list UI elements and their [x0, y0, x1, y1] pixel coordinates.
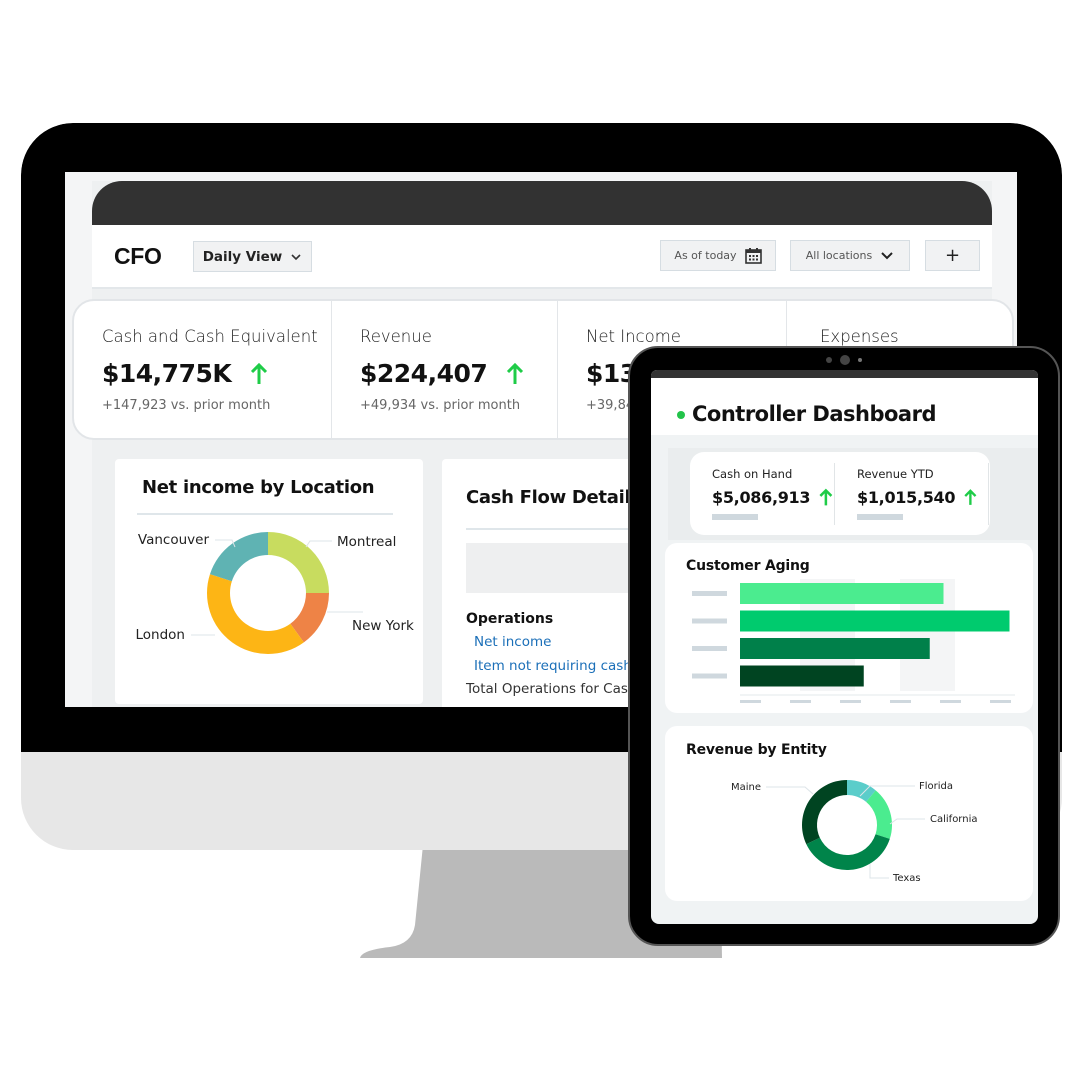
bar-label-placeholder: [692, 673, 727, 679]
bar-label-placeholder: [692, 591, 727, 596]
kpi-revenue-ytd[interactable]: Revenue YTD $1,015,540: [834, 463, 978, 525]
tablet-kpi-section: Cash on Hand $5,086,913 Revenue YTD $1,0…: [668, 448, 1038, 540]
donut-label: California: [930, 814, 978, 825]
date-filter-button[interactable]: As of today: [660, 240, 776, 271]
tablet: Controller Dashboard Cash on Hand $5,086…: [628, 346, 1060, 946]
aging-bar[interactable]: [740, 665, 864, 687]
kpi-placeholder-bar: [712, 514, 758, 520]
donut-slice-texas[interactable]: [806, 834, 890, 870]
donut-label: New York: [352, 618, 414, 634]
kpi-cash-on-hand[interactable]: Cash on Hand $5,086,913: [690, 463, 834, 525]
leader-line: [305, 540, 332, 548]
arrow-up-icon: [819, 488, 833, 506]
chevron-down-icon: [881, 252, 893, 260]
donut-label: Maine: [731, 782, 761, 793]
kpi-value: $5,086,913: [712, 488, 811, 507]
aging-bar[interactable]: [740, 610, 1010, 632]
kpi-card-cash[interactable]: Cash and Cash Equivalent $14,775K +147,9…: [74, 301, 332, 438]
net-income-panel: Net income by Location Montreal New York L…: [115, 459, 423, 704]
total-operations-row: Total Operations for Cash: [466, 681, 637, 697]
donut-slice-vancouver[interactable]: [209, 532, 268, 582]
date-filter-label: As of today: [674, 249, 737, 262]
kpi-delta: +147,923 vs. prior month: [102, 398, 271, 413]
app-header: CFO Daily View As of today All locations: [92, 225, 992, 289]
customer-aging-panel: Customer Aging: [665, 543, 1033, 713]
aging-bar[interactable]: [740, 638, 930, 659]
tick-label-placeholder: [790, 700, 811, 703]
arrow-up-icon: [507, 362, 524, 384]
cash-flow-title: Cash Flow Detail: [466, 487, 631, 508]
donut-slice-london[interactable]: [207, 574, 304, 654]
donut-label: Florida: [919, 781, 953, 792]
chevron-down-icon: [291, 253, 301, 260]
operations-heading: Operations: [466, 611, 554, 627]
plus-icon: +: [944, 245, 961, 266]
add-button[interactable]: +: [925, 240, 980, 271]
customer-aging-bar-chart: [692, 579, 1015, 703]
location-filter-label: All locations: [805, 249, 873, 262]
tablet-screen: Controller Dashboard Cash on Hand $5,086…: [651, 370, 1038, 924]
page-title: CFO: [114, 243, 162, 269]
donut-label: Vancouver: [138, 532, 210, 548]
tick-label-placeholder: [740, 700, 761, 703]
revenue-entity-donut-chart: Florida California Texas Maine: [731, 780, 978, 884]
kpi-placeholder-bar: [857, 514, 903, 520]
kpi-label: Expenses: [820, 327, 899, 346]
leader-line: [889, 818, 925, 825]
dashboard-title: Controller Dashboard: [692, 402, 937, 426]
kpi-label: Cash on Hand: [712, 467, 793, 481]
bar-label-placeholder: [692, 618, 727, 624]
donut-slice-california[interactable]: [866, 790, 892, 839]
tablet-camera: [826, 355, 862, 365]
arrow-up-icon: [964, 489, 977, 505]
kpi-label: Revenue: [360, 327, 432, 346]
donut-label: Montreal: [337, 534, 396, 550]
bar-label-placeholder: [692, 646, 727, 651]
tablet-titlebar: [651, 370, 1038, 378]
donut-label: Texas: [892, 873, 921, 884]
kpi-delta: +49,934 vs. prior month: [360, 398, 521, 413]
divider: [988, 463, 989, 525]
window-titlebar: [92, 181, 992, 225]
calendar-icon: [744, 248, 762, 264]
kpi-label: Revenue YTD: [857, 467, 934, 481]
kpi-value: $14,775K: [102, 359, 232, 388]
net-income-link[interactable]: Net income: [474, 634, 551, 650]
kpi-card-revenue[interactable]: Revenue $224,407 +49,934 vs. prior month: [332, 301, 558, 438]
tick-label-placeholder: [940, 700, 961, 703]
kpi-label: Cash and Cash Equivalent: [102, 327, 318, 346]
tick-label-placeholder: [890, 700, 911, 703]
tablet-header: Controller Dashboard: [651, 378, 1038, 435]
items-not-requiring-cash-link[interactable]: Item not requiring cash -: [474, 658, 641, 674]
aging-bar[interactable]: [740, 583, 944, 604]
tablet-kpi-card: Cash on Hand $5,086,913 Revenue YTD $1,0…: [690, 452, 990, 535]
view-select[interactable]: Daily View: [193, 241, 312, 272]
revenue-entity-panel: Revenue by Entity Florida California Texas…: [665, 726, 1033, 901]
kpi-value: $224,407: [360, 359, 488, 388]
location-filter-select[interactable]: All locations: [790, 240, 910, 271]
leader-line: [869, 864, 889, 879]
net-income-donut-chart: Montreal New York London Vancouver: [136, 532, 414, 654]
donut-label: London: [136, 627, 186, 643]
tick-label-placeholder: [840, 700, 861, 703]
tick-label-placeholder: [990, 700, 1011, 703]
arrow-up-icon: [251, 362, 268, 384]
view-select-label: Daily View: [202, 248, 283, 265]
kpi-label: Net Income: [586, 327, 681, 346]
status-dot-icon: [677, 411, 685, 419]
kpi-value: $1,015,540: [857, 488, 956, 507]
leader-line: [766, 786, 814, 795]
